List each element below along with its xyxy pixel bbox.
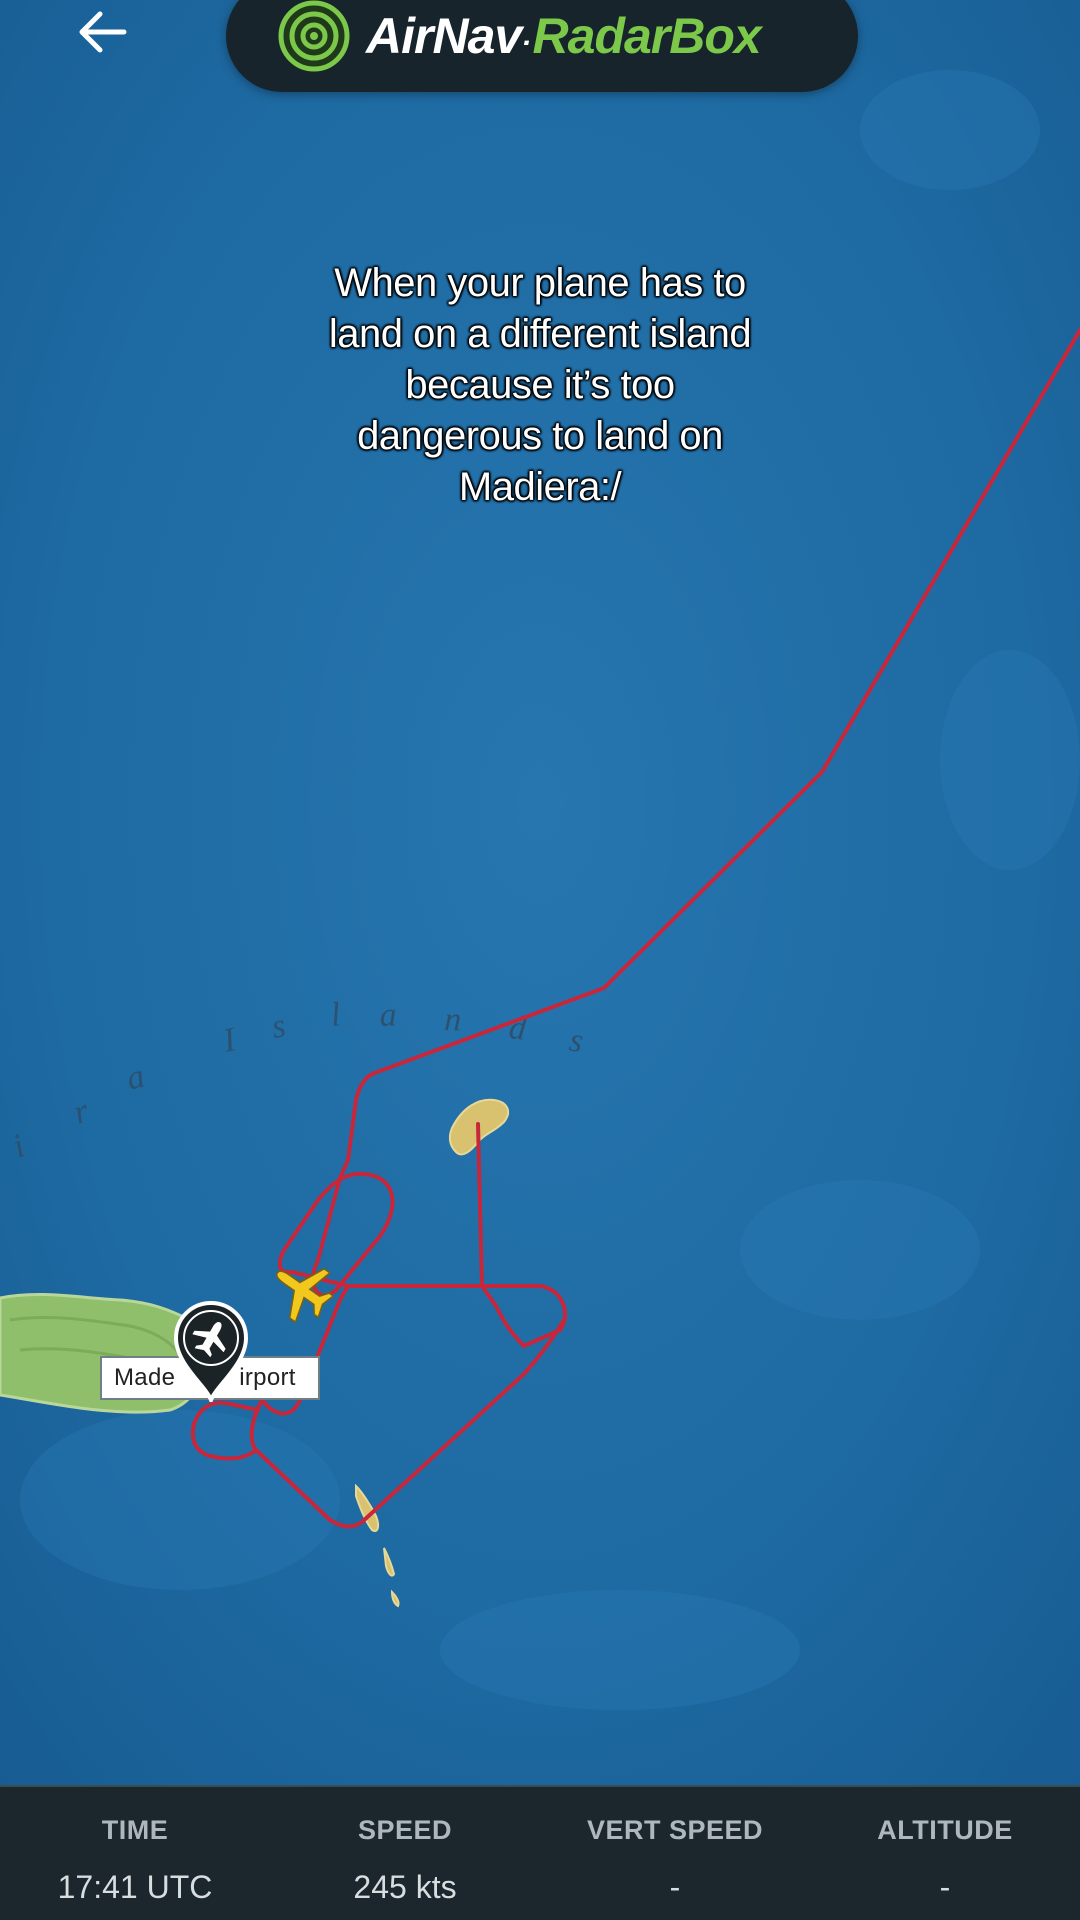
stat-altitude-value: -: [939, 1869, 951, 1905]
stat-altitude: ALTITUDE -: [810, 1787, 1080, 1920]
stat-speed-value: 245 kts: [353, 1869, 457, 1905]
stat-vert-speed-value: -: [669, 1869, 681, 1905]
arrow-left-icon: [79, 11, 127, 53]
flight-stats-bar: TIME 17:41 UTC SPEED 245 kts VERT SPEED …: [0, 1785, 1080, 1920]
stat-vert-speed-label: VERT SPEED: [586, 1815, 764, 1845]
brand-name-part1: AirNav: [366, 8, 522, 64]
stat-vert-speed: VERT SPEED -: [540, 1787, 810, 1920]
airport-label-left: Made: [114, 1364, 176, 1391]
airport-pin-icon[interactable]: [172, 1300, 250, 1402]
stat-time-label: TIME: [101, 1815, 169, 1845]
brand-name-part2: RadarBox: [532, 8, 762, 64]
app-root: i r a I s l a n d s Made irport AirNav .…: [0, 0, 1080, 1920]
caption-line-5: Madiera:/: [458, 465, 622, 509]
caption-line-1: When your plane has to: [334, 261, 746, 305]
caption-line-2: land on a different island: [328, 312, 752, 356]
brand-name: AirNav . RadarBox: [366, 6, 762, 66]
caption-overlay: When your plane has to land on a differe…: [240, 258, 840, 513]
svg-text:n: n: [444, 1001, 462, 1039]
stat-speed-label: SPEED: [357, 1815, 453, 1845]
caption-line-4: dangerous to land on: [357, 414, 723, 458]
stat-time-value: 17:41 UTC: [57, 1869, 213, 1905]
caption-line-3: because it’s too: [405, 363, 675, 407]
radar-logo-icon: [278, 0, 350, 72]
stat-time: TIME 17:41 UTC: [0, 1787, 270, 1920]
brand-name-separator: .: [523, 19, 531, 52]
back-button[interactable]: [62, 0, 142, 64]
svg-text:a: a: [379, 996, 397, 1034]
stat-speed: SPEED 245 kts: [270, 1787, 540, 1920]
stat-altitude-label: ALTITUDE: [877, 1815, 1013, 1845]
